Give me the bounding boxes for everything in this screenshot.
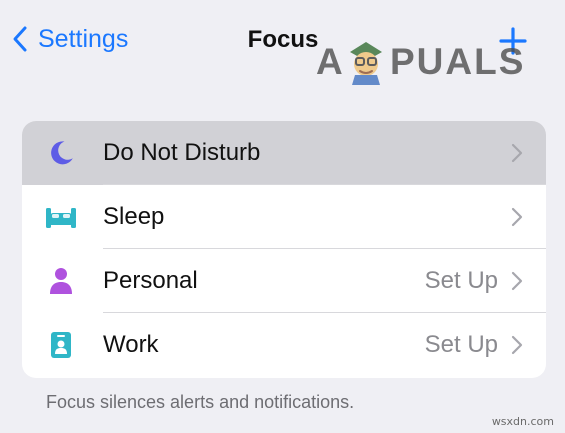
back-button[interactable]: Settings	[10, 22, 128, 56]
chevron-left-icon	[10, 22, 30, 56]
focus-item-sleep[interactable]: Sleep	[22, 185, 546, 249]
focus-item-personal[interactable]: Personal Set Up	[22, 249, 546, 313]
focus-item-label: Work	[103, 331, 159, 358]
watermark-word: PUALS	[390, 41, 526, 82]
back-button-label: Settings	[38, 24, 129, 53]
focus-item-label: Do Not Disturb	[103, 139, 261, 166]
focus-item-work[interactable]: Work Set Up	[22, 313, 546, 377]
focus-item-label: Personal	[103, 267, 198, 294]
chevron-right-icon	[510, 205, 524, 229]
watermark-letter-a: A	[316, 41, 345, 82]
bed-icon	[44, 200, 78, 234]
focus-item-do-not-disturb[interactable]: Do Not Disturb	[22, 121, 546, 185]
appuals-watermark: A PUALS	[316, 35, 531, 89]
id-badge-icon	[44, 328, 78, 362]
focus-footer-note: Focus silences alerts and notifications.	[46, 392, 355, 412]
focus-modes-list: Do Not Disturb Sleep Personal Set Up Wor…	[22, 121, 546, 378]
person-icon	[44, 264, 78, 298]
site-watermark: wsxdn.com	[491, 415, 554, 428]
focus-settings-screen: Settings Focus A PUALS Do Not Disturb Sl…	[0, 0, 565, 433]
moon-icon	[44, 136, 78, 170]
setup-status: Set Up	[424, 331, 498, 358]
chevron-right-icon	[510, 333, 524, 357]
setup-status: Set Up	[424, 267, 498, 294]
navigation-bar: Settings Focus A PUALS	[0, 0, 565, 85]
chevron-right-icon	[510, 269, 524, 293]
focus-item-label: Sleep	[103, 203, 165, 230]
chevron-right-icon	[510, 141, 524, 165]
mascot-icon	[345, 40, 387, 86]
